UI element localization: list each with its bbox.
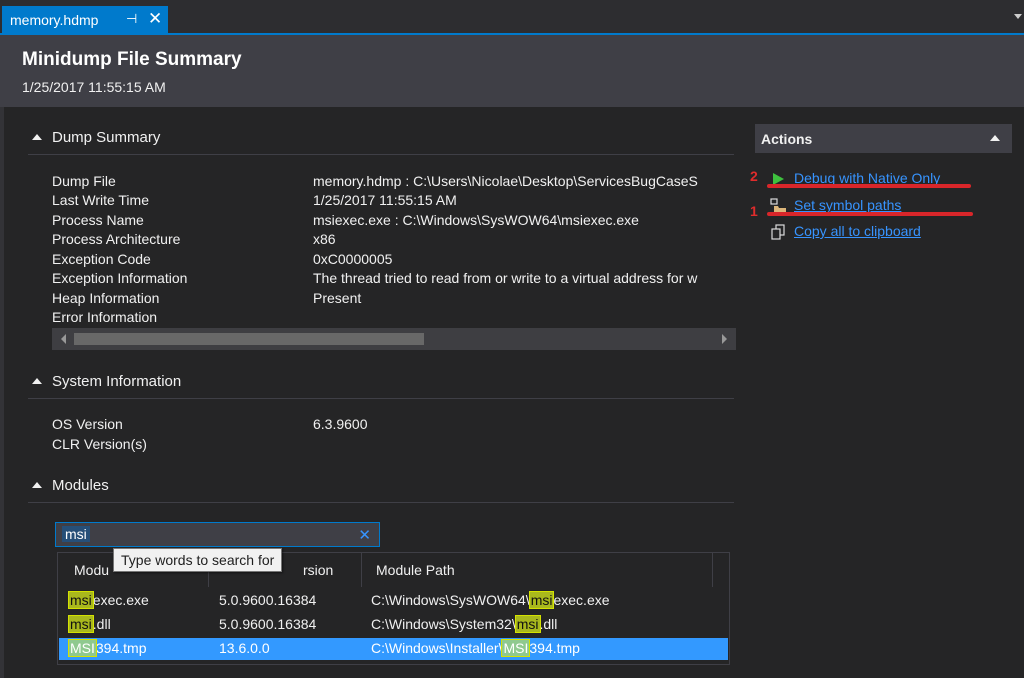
divider [28,502,734,503]
action-label: Set symbol paths [794,197,902,213]
annotation-underline [767,184,971,188]
os-version-label: OS Version [52,416,123,432]
collapse-caret-icon[interactable] [990,135,1000,141]
dump-file-label: Dump File [52,173,116,189]
section-title: Dump Summary [52,129,161,146]
scroll-left-icon[interactable] [61,334,66,344]
module-path-cell: C:\Windows\System32\msi.dll [371,615,558,633]
dump-date: 1/25/2017 11:55:15 AM [22,79,166,95]
module-name-rest: 394.tmp [95,640,147,656]
module-name-cell: MSI394.tmp [68,639,147,657]
column-header-version[interactable]: rsion [303,562,333,578]
collapse-caret-icon[interactable] [32,378,42,384]
process-architecture-label: Process Architecture [52,231,181,247]
module-path-cell: C:\Windows\Installer\MSI394.tmp [371,639,580,657]
copy-icon [771,224,785,240]
summary-header: Minidump File Summary 1/25/2017 11:55:15… [0,35,1024,107]
pin-icon[interactable]: ⊣ [126,11,137,27]
module-version-cell: 5.0.9600.16384 [219,592,317,608]
scroll-right-icon[interactable] [722,334,727,344]
path-prefix: C:\Windows\Installer\ [371,640,503,656]
column-separator[interactable] [361,553,362,587]
table-row[interactable]: msiexec.exe 5.0.9600.16384 C:\Windows\Sy… [59,590,728,612]
os-version-value: 6.3.9600 [313,416,368,432]
process-name-value: msiexec.exe : C:\Windows\SysWOW64\msiexe… [313,212,639,228]
annotation-number: 1 [750,203,758,219]
annotation-number: 2 [750,168,758,184]
action-label: Copy all to clipboard [794,223,921,239]
column-header-module-name[interactable]: Modu [74,562,109,578]
search-match: msi [68,615,94,633]
path-suffix: .dll [539,616,558,632]
process-architecture-value: x86 [313,231,336,247]
clear-search-icon[interactable]: ✕ [358,526,371,544]
process-name-label: Process Name [52,212,144,228]
search-tooltip: Type words to search for [113,548,283,572]
table-row-selected[interactable]: MSI394.tmp 13.6.0.0 C:\Windows\Installer… [59,638,728,660]
annotation-underline [767,212,973,216]
search-match: msi [514,615,541,633]
search-match: MSI [501,639,531,657]
path-prefix: C:\Windows\System32\ [371,616,516,632]
error-information-label: Error Information [52,309,158,325]
heap-information-label: Heap Information [52,290,160,306]
search-match: MSI [68,639,97,657]
clr-versions-label: CLR Version(s) [52,436,147,452]
module-version-cell: 5.0.9600.16384 [219,616,317,632]
column-separator[interactable] [712,553,713,587]
actions-title: Actions [761,131,813,147]
exception-code-value: 0xC0000005 [313,251,393,267]
path-suffix: exec.exe [553,592,610,608]
section-title: System Information [52,373,182,390]
exception-code-label: Exception Code [52,251,151,267]
heap-information-value: Present [313,290,362,306]
module-name-rest: .dll [92,616,111,632]
close-icon[interactable]: ✕ [148,9,162,29]
module-name-cell: msi.dll [68,615,111,633]
dump-file-value: memory.hdmp : C:\Users\Nicolae\Desktop\S… [313,173,698,189]
path-prefix: C:\Windows\SysWOW64\ [371,592,530,608]
section-title: Modules [52,477,109,494]
actions-panel-header[interactable]: Actions [755,124,1012,153]
divider [28,154,734,155]
collapse-caret-icon[interactable] [32,134,42,140]
path-suffix: 394.tmp [529,640,580,656]
module-search-input[interactable]: msi ✕ [55,522,380,547]
scrollbar-thumb[interactable] [74,333,424,345]
divider [28,398,734,399]
module-name-rest: exec.exe [92,592,149,608]
page-title: Minidump File Summary [22,49,242,70]
search-match: msi [528,591,555,609]
last-write-time-label: Last Write Time [52,192,149,208]
table-row[interactable]: msi.dll 5.0.9600.16384 C:\Windows\System… [59,614,728,636]
module-version-cell: 13.6.0.0 [219,640,270,656]
exception-information-label: Exception Information [52,270,188,286]
tab-list-dropdown-icon[interactable] [1014,14,1022,19]
module-path-cell: C:\Windows\SysWOW64\msiexec.exe [371,591,610,609]
column-header-module-path[interactable]: Module Path [376,562,455,578]
document-tab-bar: memory.hdmp ⊣ ✕ [0,0,1024,35]
module-name-cell: msiexec.exe [68,591,149,609]
tab-memory-hdmp[interactable]: memory.hdmp ⊣ ✕ [2,6,168,33]
horizontal-scrollbar[interactable] [52,328,736,350]
tab-title: memory.hdmp [10,12,99,28]
search-value[interactable]: msi [62,526,90,542]
last-write-time-value: 1/25/2017 11:55:15 AM [313,192,457,208]
collapse-caret-icon[interactable] [32,482,42,488]
left-edge [0,107,4,678]
search-match: msi [68,591,94,609]
exception-information-value: The thread tried to read from or write t… [313,270,698,286]
